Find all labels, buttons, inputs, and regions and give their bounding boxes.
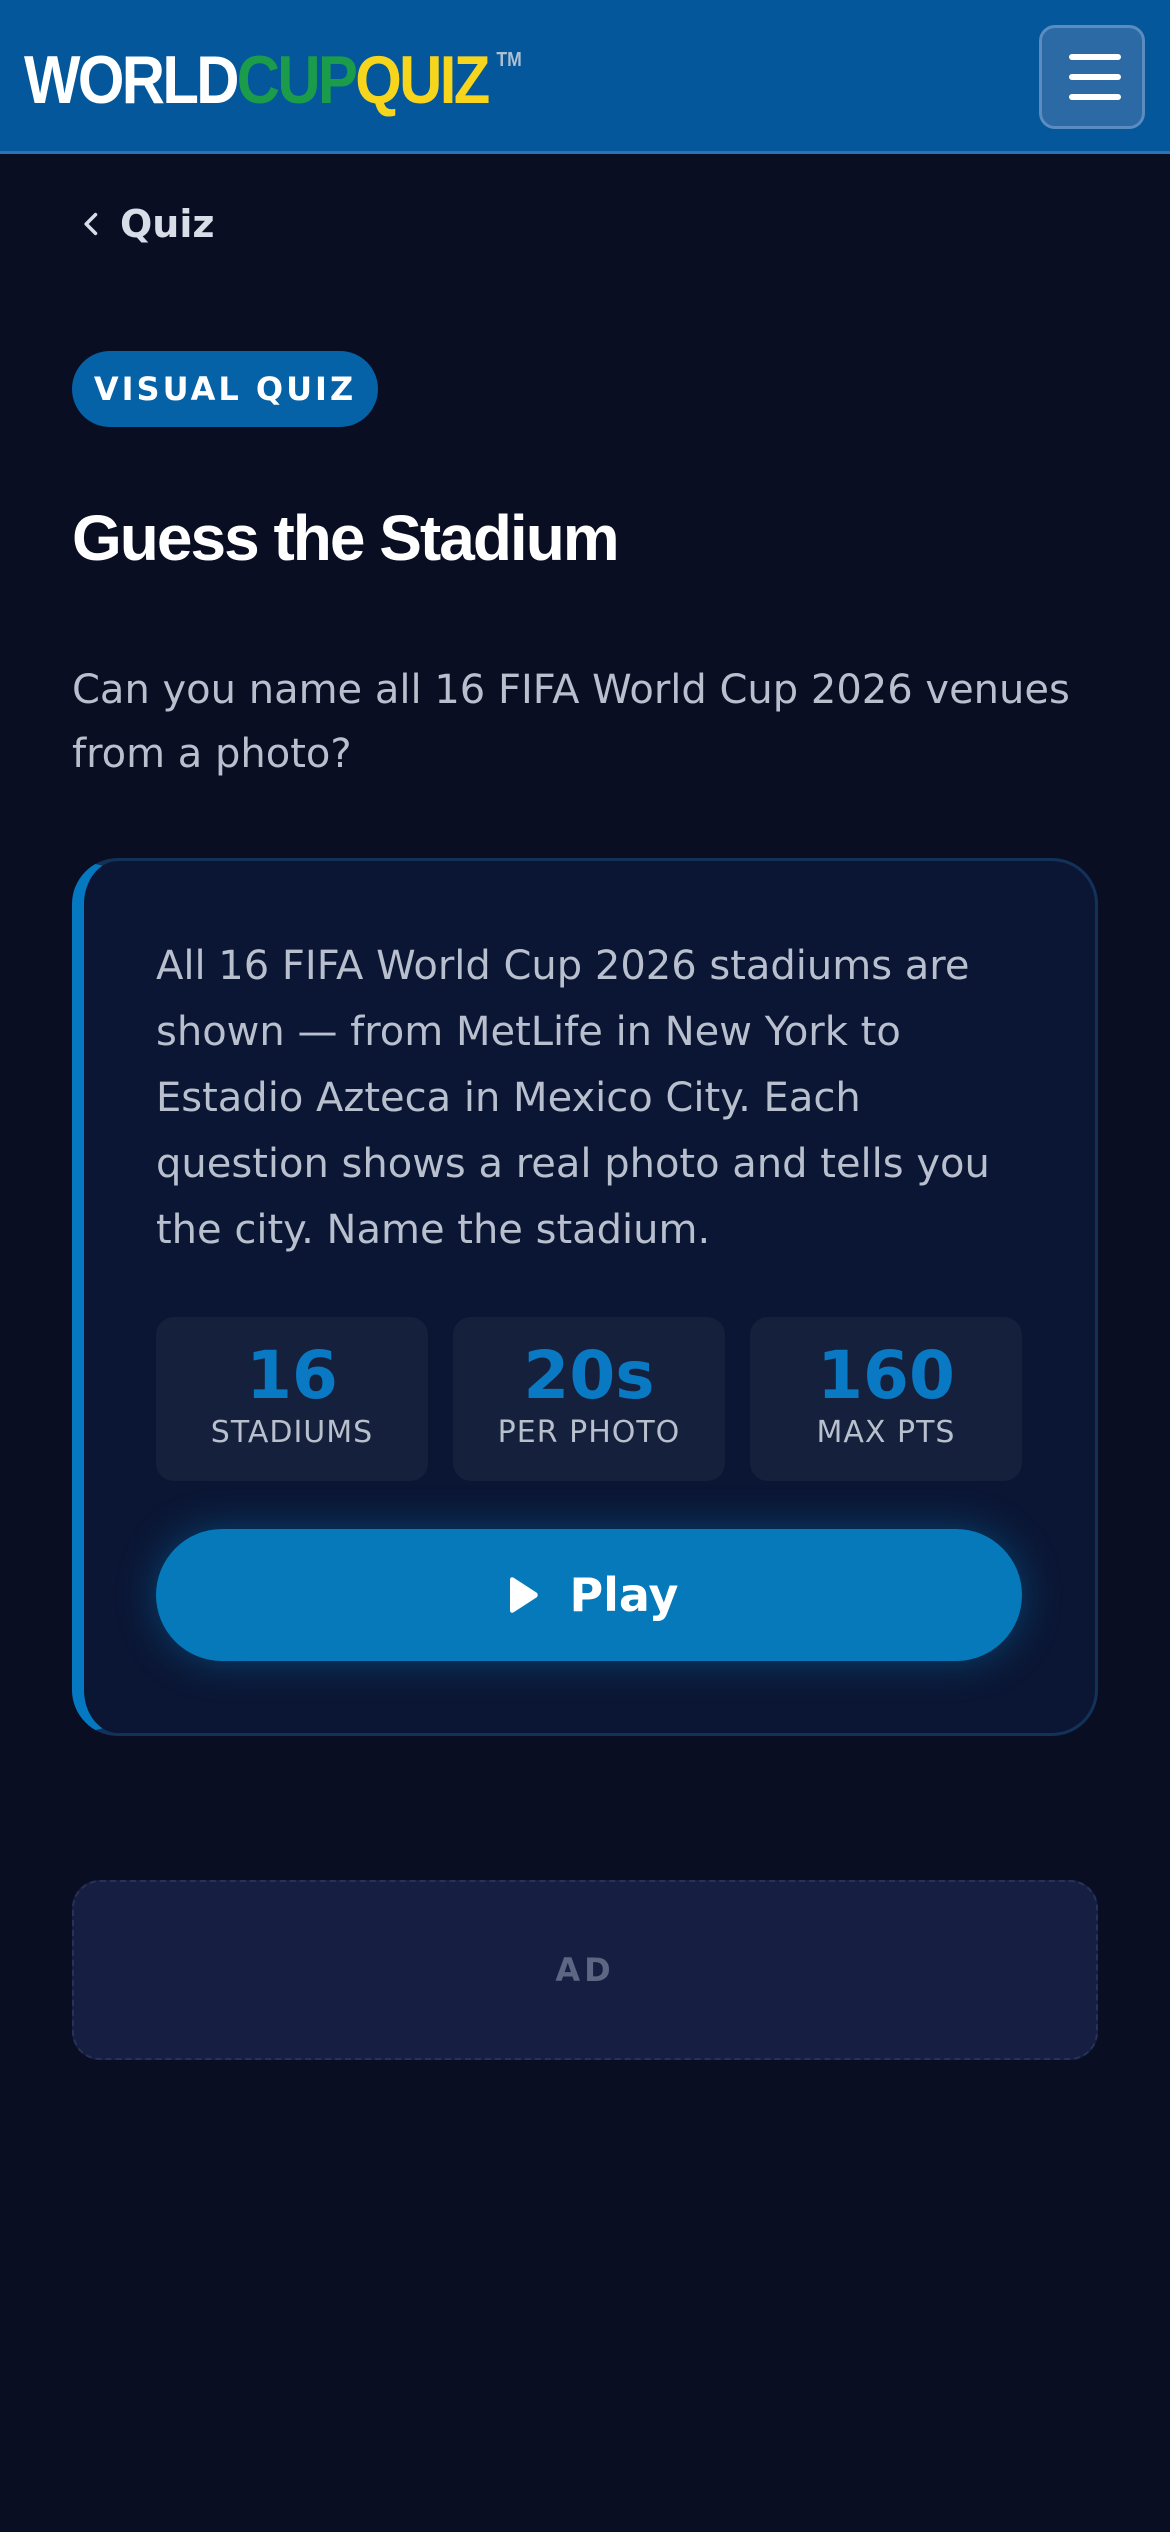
logo-word-cup: CUP xyxy=(236,42,358,118)
ad-placeholder: AD xyxy=(72,1880,1098,2060)
play-icon xyxy=(510,1577,539,1613)
hamburger-menu-icon xyxy=(1069,54,1121,60)
menu-button[interactable] xyxy=(1039,25,1145,129)
logo-trademark: TM xyxy=(496,49,522,71)
chevron-left-icon xyxy=(84,212,98,236)
logo-word-quiz: QUIZ xyxy=(355,42,490,118)
quiz-info-card: All 16 FIFA World Cup 2026 stadiums are … xyxy=(72,858,1098,1736)
back-to-quiz-link[interactable]: Quiz xyxy=(78,196,215,252)
play-button[interactable]: Play xyxy=(156,1529,1022,1661)
stat-stadiums: 16 STADIUMS xyxy=(156,1317,428,1481)
category-badge: VISUAL QUIZ xyxy=(72,351,378,427)
quiz-description: All 16 FIFA World Cup 2026 stadiums are … xyxy=(156,943,990,1253)
stat-label: PER PHOTO xyxy=(497,1415,681,1450)
stat-value: 160 xyxy=(817,1337,955,1414)
stat-per-photo: 20s PER PHOTO xyxy=(453,1317,725,1481)
page-subtitle: Can you name all 16 FIFA World Cup 2026 … xyxy=(72,667,1070,777)
stat-value: 20s xyxy=(523,1337,655,1414)
hamburger-menu-icon xyxy=(1069,74,1121,80)
hamburger-menu-icon xyxy=(1069,94,1121,100)
stat-max-points: 160 MAX PTS xyxy=(750,1317,1022,1481)
page-title: Guess the Stadium xyxy=(72,502,620,574)
back-link-label: Quiz xyxy=(120,202,215,246)
stat-label: STADIUMS xyxy=(210,1415,374,1450)
play-button-label: Play xyxy=(569,1568,679,1622)
stat-label: MAX PTS xyxy=(816,1415,956,1450)
logo-word-world: WORLD xyxy=(24,42,239,118)
ad-label: AD xyxy=(555,1951,615,1989)
top-navigation-bar: WORLD CUP QUIZ TM xyxy=(0,0,1170,154)
site-logo[interactable]: WORLD CUP QUIZ TM xyxy=(24,42,522,118)
stat-value: 16 xyxy=(246,1337,338,1414)
